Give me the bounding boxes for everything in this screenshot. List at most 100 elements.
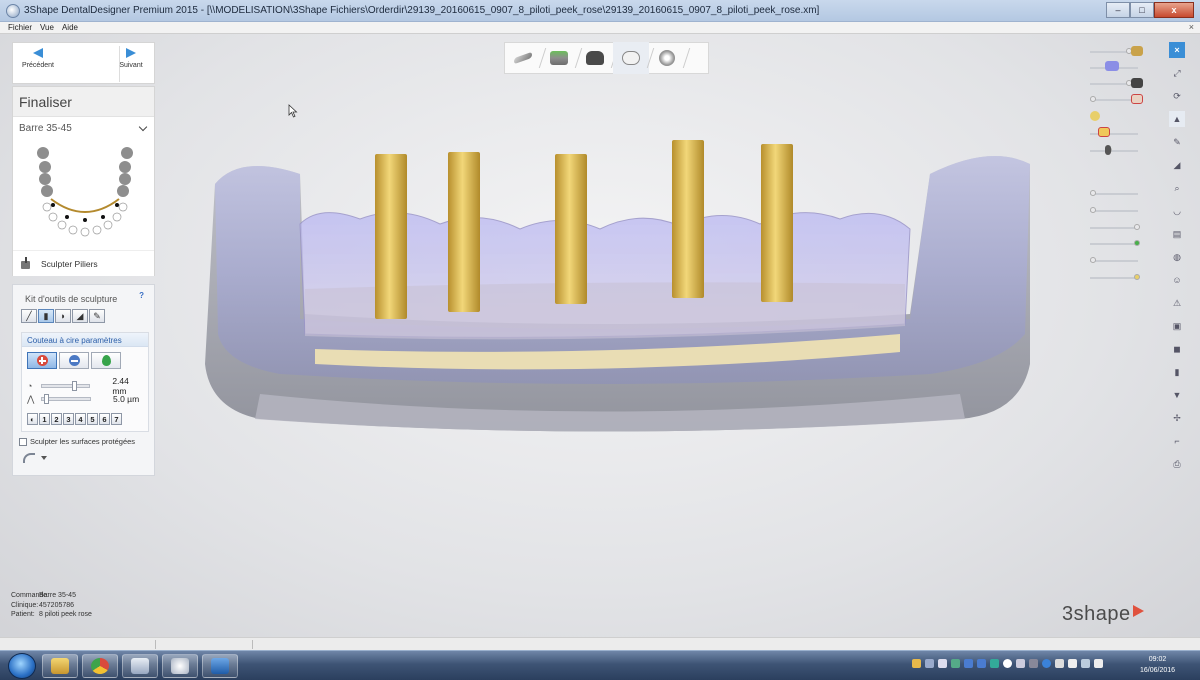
3d-viewport[interactable] (0, 34, 1200, 646)
visibility-slider-8[interactable] (1090, 207, 1138, 213)
print-icon[interactable]: ⎙ (1169, 456, 1185, 472)
tray-icon[interactable] (1016, 659, 1025, 668)
visibility-slider-12[interactable] (1090, 274, 1140, 280)
tray-icon[interactable] (925, 659, 934, 668)
teeth-library-icon[interactable]: ◍ (1169, 249, 1185, 265)
dental-designer-taskbar-button[interactable] (162, 654, 198, 678)
menu-vue[interactable]: Vue (40, 23, 54, 32)
tray-icon[interactable] (977, 659, 986, 668)
face-icon[interactable]: ☺ (1169, 272, 1185, 288)
visibility-slider-7[interactable] (1090, 190, 1138, 196)
model-icon[interactable]: ▤ (1169, 226, 1185, 242)
visibility-slider-10-thumb[interactable] (1134, 240, 1140, 246)
tray-icon[interactable] (951, 659, 960, 668)
wax-knife-tool-icon[interactable]: ▮ (38, 309, 54, 323)
taskbar-clock[interactable]: 09:02 16/06/2016 (1140, 654, 1175, 676)
window-taskbar-button[interactable] (202, 654, 238, 678)
next-button[interactable]: Suivant (106, 48, 156, 69)
stage-finalize-icon[interactable] (613, 42, 649, 74)
preset-2-button[interactable]: 2 (51, 413, 62, 425)
tray-icon[interactable] (938, 659, 947, 668)
explorer-taskbar-button[interactable] (42, 654, 78, 678)
previous-button[interactable]: Précédent (13, 48, 63, 69)
pencil-tool-icon[interactable]: ╱ (21, 309, 37, 323)
visibility-slider-8-thumb[interactable] (1090, 207, 1096, 213)
preset-6-button[interactable]: 6 (99, 413, 110, 425)
tray-icon[interactable] (1029, 659, 1038, 668)
close-panel-icon[interactable]: × (1169, 42, 1185, 58)
arch-icon[interactable]: ◡ (1169, 203, 1185, 219)
visibility-slider-4-thumb[interactable] (1090, 96, 1096, 102)
close-button[interactable]: x (1154, 2, 1194, 18)
dental-system-taskbar-button[interactable] (122, 654, 158, 678)
measure-icon[interactable]: ⌐ (1169, 433, 1185, 449)
zoom-icon[interactable]: ⌕ (1169, 180, 1185, 196)
menu-fichier[interactable]: Fichier (8, 23, 32, 32)
fullscreen-icon[interactable]: ⤢ (1169, 65, 1185, 81)
restoration-dropdown[interactable]: Barre 35-45 (13, 117, 154, 139)
flag-icon[interactable] (1068, 659, 1077, 668)
section-icon[interactable]: ▣ (1169, 318, 1185, 334)
undo-icon[interactable] (23, 453, 35, 463)
visibility-slider-9-thumb[interactable] (1134, 224, 1140, 230)
camera-icon[interactable]: ◼ (1169, 341, 1185, 357)
implant-icon[interactable]: ▮ (1169, 364, 1185, 380)
stage-margin-icon[interactable] (505, 42, 541, 74)
tray-icon[interactable] (1003, 659, 1012, 668)
size-slider-thumb[interactable] (71, 381, 77, 391)
stage-model-icon[interactable] (541, 42, 577, 74)
direction-icon[interactable]: ▼ (1169, 387, 1185, 403)
brush-tool-icon[interactable]: ◢ (72, 309, 88, 323)
preset-3-button[interactable]: 3 (63, 413, 74, 425)
help-icon[interactable]: ? (139, 291, 144, 300)
preset-toggle-icon[interactable]: ◐ (27, 413, 38, 425)
visibility-slider-7-thumb[interactable] (1090, 190, 1096, 196)
undo-control[interactable] (23, 453, 47, 463)
start-button[interactable] (8, 653, 36, 679)
remove-material-button[interactable] (59, 352, 89, 369)
stage-export-icon[interactable] (649, 42, 685, 74)
sculpt-abutments-action[interactable]: Sculpter Piliers (13, 250, 154, 276)
document-close-button[interactable]: × (1189, 22, 1194, 32)
education-icon[interactable]: ▲ (1169, 111, 1185, 127)
tray-icon[interactable] (912, 659, 921, 668)
warning-icon[interactable]: ⚠ (1169, 295, 1185, 311)
visibility-slider-11[interactable] (1090, 257, 1138, 263)
tray-icon[interactable] (964, 659, 973, 668)
minimize-button[interactable]: – (1106, 2, 1130, 18)
axis-icon[interactable]: ✢ (1169, 410, 1185, 426)
menu-aide[interactable]: Aide (62, 23, 78, 32)
smooth-tool-icon[interactable]: ◗ (55, 309, 71, 323)
network-icon[interactable] (1081, 659, 1090, 668)
undo-dropdown-icon[interactable] (41, 456, 47, 460)
volume-icon[interactable] (1094, 659, 1103, 668)
preset-1-button[interactable]: 1 (39, 413, 50, 425)
size-slider[interactable] (40, 381, 91, 391)
tray-icon[interactable] (990, 659, 999, 668)
step-slider-thumb[interactable] (44, 394, 49, 404)
tray-icon[interactable] (1042, 659, 1051, 668)
step-slider[interactable] (41, 394, 91, 404)
protect-surfaces-checkbox[interactable] (19, 437, 27, 446)
status-separator (155, 640, 156, 649)
visibility-slider-6[interactable] (1090, 147, 1138, 153)
visibility-slider-11-thumb[interactable] (1090, 257, 1096, 263)
edit-icon[interactable]: ✎ (1169, 134, 1185, 150)
add-material-button[interactable] (27, 352, 57, 369)
rotate-view-icon[interactable]: ⟳ (1169, 88, 1185, 104)
maximize-button[interactable]: □ (1130, 2, 1154, 18)
sculpt-icon[interactable]: ◢ (1169, 157, 1185, 173)
preset-5-button[interactable]: 5 (87, 413, 98, 425)
morph-tool-icon[interactable]: ✎ (89, 309, 105, 323)
visibility-slider-9[interactable] (1090, 224, 1140, 230)
stage-anatomy-icon[interactable] (577, 42, 613, 74)
tooth-chart[interactable] (29, 147, 141, 247)
visibility-slider-12-thumb[interactable] (1134, 274, 1140, 280)
chrome-taskbar-button[interactable] (82, 654, 118, 678)
smooth-material-button[interactable] (91, 352, 121, 369)
protect-surfaces-checkbox-row[interactable]: Sculpter les surfaces protégées (19, 437, 135, 446)
preset-7-button[interactable]: 7 (111, 413, 122, 425)
visibility-slider-10[interactable] (1090, 240, 1140, 246)
tray-icon[interactable] (1055, 659, 1064, 668)
preset-4-button[interactable]: 4 (75, 413, 86, 425)
